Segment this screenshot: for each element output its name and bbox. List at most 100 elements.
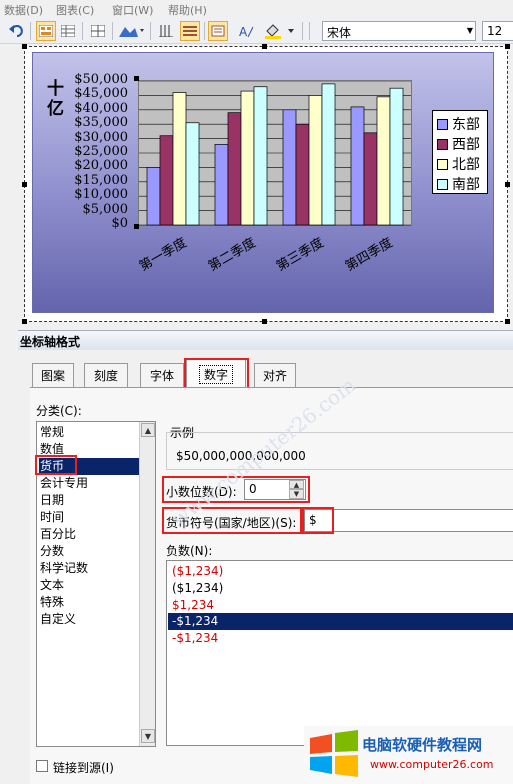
data-table-icon[interactable] bbox=[58, 21, 78, 41]
y-tick-label: $15,000 bbox=[74, 172, 128, 188]
bar-南部-第三季度[interactable] bbox=[321, 83, 336, 226]
by-row-icon[interactable] bbox=[180, 21, 200, 41]
scroll-down-icon[interactable]: ▼ bbox=[141, 729, 155, 743]
resize-handle[interactable] bbox=[22, 44, 27, 49]
resize-handle[interactable] bbox=[262, 319, 267, 324]
legend-item: 东部 bbox=[437, 114, 480, 134]
legend-item: 北部 bbox=[437, 154, 480, 174]
axis-handle bbox=[134, 76, 139, 81]
scroll-up-icon[interactable]: ▲ bbox=[141, 423, 155, 437]
list-item[interactable]: 时间 bbox=[39, 509, 64, 526]
negative-number-list[interactable]: ($1,234) ($1,234) $1,234 -$1,234 -$1,234 bbox=[166, 560, 513, 746]
bar-西部-第一季度[interactable] bbox=[159, 135, 174, 226]
bar-北部-第四季度[interactable] bbox=[376, 96, 391, 226]
y-tick-label: $10,000 bbox=[74, 187, 128, 203]
bar-南部-第四季度[interactable] bbox=[389, 87, 404, 226]
list-item[interactable]: 分数 bbox=[39, 543, 64, 560]
list-item[interactable]: 会计专用 bbox=[39, 475, 88, 492]
legend-item: 西部 bbox=[437, 134, 480, 154]
list-item[interactable]: $1,234 bbox=[171, 597, 214, 614]
list-item[interactable]: 特殊 bbox=[39, 594, 64, 611]
menu-window[interactable]: 窗口(W) bbox=[112, 2, 153, 18]
list-item[interactable]: 科学记数 bbox=[39, 560, 88, 577]
bar-东部-第四季度[interactable] bbox=[350, 106, 365, 226]
bar-chart-svg bbox=[139, 81, 411, 226]
list-item[interactable]: 常规 bbox=[39, 424, 64, 441]
by-column-icon[interactable] bbox=[156, 21, 176, 41]
highlight-box bbox=[35, 455, 77, 475]
currency-symbol-select[interactable]: $ bbox=[304, 509, 513, 532]
list-item[interactable]: -$1,234 bbox=[168, 613, 513, 630]
y-tick-label: $45,000 bbox=[74, 86, 128, 102]
menu-chart[interactable]: 图表(C) bbox=[56, 2, 94, 18]
bar-西部-第二季度[interactable] bbox=[227, 112, 242, 226]
svg-text:A: A bbox=[239, 25, 248, 38]
bar-北部-第一季度[interactable] bbox=[172, 92, 187, 226]
tab-patterns[interactable]: 图案 bbox=[32, 363, 74, 387]
list-item[interactable]: 百分比 bbox=[39, 526, 76, 543]
legend[interactable]: 东部 西部 北部 南部 bbox=[432, 110, 488, 194]
menu-bar: 数据(D) 图表(C) 窗口(W) 帮助(H) bbox=[0, 0, 513, 18]
tab-alignment[interactable]: 对齐 bbox=[254, 363, 296, 387]
y-tick-label: $5,000 bbox=[82, 201, 129, 217]
resize-handle[interactable] bbox=[505, 319, 510, 324]
bar-南部-第一季度[interactable] bbox=[185, 122, 200, 226]
list-item[interactable]: 文本 bbox=[39, 577, 64, 594]
list-item[interactable]: ($1,234) bbox=[171, 563, 223, 580]
tab-font[interactable]: 字体 bbox=[140, 363, 184, 387]
resize-handle[interactable] bbox=[262, 44, 267, 49]
legend-swatch bbox=[437, 138, 448, 150]
menu-data[interactable]: 数据(D) bbox=[4, 2, 43, 18]
chart-area-icon[interactable] bbox=[116, 21, 146, 41]
bar-东部-第一季度[interactable] bbox=[146, 167, 161, 226]
font-size-select[interactable]: 12 bbox=[482, 21, 513, 41]
category-label: 分类(C): bbox=[36, 404, 82, 418]
negative-label: 负数(N): bbox=[166, 544, 213, 558]
axis-handle bbox=[134, 224, 139, 229]
chevron-down-icon: ▼ bbox=[466, 26, 473, 35]
format-object-icon[interactable] bbox=[208, 21, 228, 41]
dialog-title: 坐标轴格式 bbox=[18, 330, 513, 350]
bar-南部-第二季度[interactable] bbox=[253, 86, 268, 226]
link-source-checkbox[interactable] bbox=[36, 760, 48, 772]
list-item[interactable]: 日期 bbox=[39, 492, 64, 509]
y-tick-label: $0 bbox=[111, 216, 128, 231]
undo-icon[interactable] bbox=[6, 21, 26, 41]
link-source-label: 链接到源(I) bbox=[53, 761, 114, 775]
watermark-title: 电脑软硬件教程网 bbox=[362, 736, 483, 754]
watermark-url-footer: www.computer26.com bbox=[370, 758, 494, 771]
menu-help[interactable]: 帮助(H) bbox=[168, 2, 207, 18]
list-item[interactable]: ($1,234) bbox=[171, 580, 223, 597]
angle-text-icon[interactable]: A bbox=[236, 21, 256, 41]
legend-swatch bbox=[437, 118, 448, 130]
bar-东部-第二季度[interactable] bbox=[214, 144, 229, 226]
grid-icon[interactable] bbox=[88, 21, 108, 41]
y-tick-label: $30,000 bbox=[74, 129, 128, 145]
bar-北部-第二季度[interactable] bbox=[240, 90, 255, 226]
y-tick-label: $25,000 bbox=[74, 144, 128, 159]
bar-西部-第四季度[interactable] bbox=[363, 132, 378, 226]
bar-东部-第三季度[interactable] bbox=[282, 109, 297, 226]
bar-北部-第三季度[interactable] bbox=[308, 95, 323, 226]
resize-handle[interactable] bbox=[22, 182, 27, 187]
site-logo: 电脑软硬件教程网 www.computer26.com bbox=[304, 726, 513, 784]
resize-handle[interactable] bbox=[505, 44, 510, 49]
legend-swatch bbox=[437, 178, 448, 190]
highlight-box bbox=[302, 507, 334, 534]
tab-scale[interactable]: 刻度 bbox=[84, 363, 128, 387]
list-item[interactable]: -$1,234 bbox=[171, 630, 218, 647]
y-tick-label: $40,000 bbox=[74, 100, 128, 116]
scrollbar[interactable]: ▲ ▼ bbox=[139, 422, 155, 746]
plot-area[interactable] bbox=[138, 80, 412, 226]
legend-swatch bbox=[437, 158, 448, 170]
y-tick-label: $20,000 bbox=[74, 158, 128, 174]
chart-type-icon[interactable] bbox=[36, 21, 56, 41]
list-item[interactable]: 自定义 bbox=[39, 611, 76, 628]
fill-color-icon[interactable] bbox=[262, 21, 298, 41]
y-tick-label: $50,000 bbox=[74, 72, 128, 87]
font-name-select[interactable]: 宋体 ▼ bbox=[322, 21, 476, 41]
bar-西部-第三季度[interactable] bbox=[295, 123, 310, 226]
resize-handle[interactable] bbox=[505, 182, 510, 187]
formatting-toolbar: A 宋体 ▼ 12 bbox=[0, 18, 513, 44]
resize-handle[interactable] bbox=[22, 319, 27, 324]
